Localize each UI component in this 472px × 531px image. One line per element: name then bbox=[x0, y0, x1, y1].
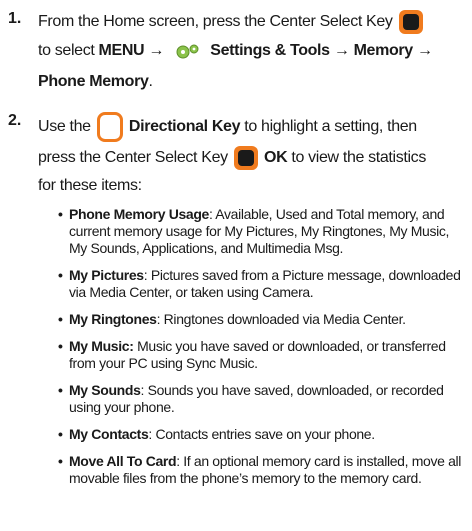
manual-page: 1. From the Home screen, press the Cente… bbox=[0, 0, 472, 531]
step-2-line-3: for these items: bbox=[38, 176, 142, 196]
item-title: Move All To Card bbox=[69, 453, 177, 469]
step-2-line-2: press the Center Select Key OK to view t… bbox=[38, 146, 426, 170]
bullet-symbol: • bbox=[58, 382, 63, 398]
bullet-symbol: • bbox=[58, 338, 63, 354]
item-text: : Available, Used and Total memory, and bbox=[208, 206, 445, 222]
to-select-text: to select bbox=[38, 42, 95, 60]
item-text: via Media Center, or taken using Camera. bbox=[69, 284, 314, 300]
item-text: : Ringtones downloaded via Media Center. bbox=[156, 311, 406, 327]
center-select-key-icon bbox=[398, 10, 423, 34]
step-number: 1. bbox=[8, 10, 22, 27]
item-text: Music you have saved or downloaded, or t… bbox=[133, 338, 446, 354]
step-1-line-3: Phone Memory. bbox=[38, 72, 153, 92]
for-items-text: for these items: bbox=[38, 177, 142, 194]
center-select-key-icon bbox=[233, 146, 258, 170]
arrow-text: → bbox=[416, 42, 433, 60]
item-text: using your phone. bbox=[69, 399, 175, 415]
item-text: : Sounds you have saved, downloaded, or … bbox=[140, 382, 444, 398]
item-title: Phone Memory Usage bbox=[69, 206, 209, 222]
item-text: from your PC using Sync Music. bbox=[69, 355, 258, 371]
list-item: • Move All To Card: If an optional memor… bbox=[58, 453, 468, 487]
press-center-text: press the Center Select Key bbox=[38, 149, 228, 167]
item-text: movable files from the phone’s memory to… bbox=[69, 470, 422, 486]
directional-key-label: Directional Key bbox=[128, 118, 241, 136]
list-item: • My Music: Music you have saved or down… bbox=[58, 338, 468, 372]
item-text: current memory usage for My Pictures, My… bbox=[69, 223, 450, 239]
item-text: : If an optional memory card is installe… bbox=[176, 453, 462, 469]
item-text: : Contacts entries save on your phone. bbox=[148, 426, 375, 442]
menu-label: MENU bbox=[98, 42, 145, 60]
bullet-symbol: • bbox=[58, 267, 63, 283]
bullet-symbol: • bbox=[58, 311, 63, 327]
arrow-text: → bbox=[333, 42, 350, 60]
item-list: • Phone Memory Usage: Available, Used an… bbox=[58, 206, 468, 497]
memory-label: Memory bbox=[353, 42, 414, 60]
highlight-text: to highlight a setting, then bbox=[244, 118, 417, 136]
item-text: My Sounds, Applications, and Multimedia … bbox=[69, 240, 344, 256]
item-title: My Ringtones bbox=[69, 311, 157, 327]
settings-gear-icon bbox=[176, 44, 199, 59]
item-title: My Music: bbox=[69, 338, 134, 354]
step-1-line-1: From the Home screen, press the Center S… bbox=[38, 10, 425, 34]
list-item: • Phone Memory Usage: Available, Used an… bbox=[58, 206, 468, 257]
step-2-line-1: Use the Directional Key to highlight a s… bbox=[38, 112, 417, 142]
use-the-text: Use the bbox=[38, 118, 91, 136]
list-item: • My Contacts: Contacts entries save on … bbox=[58, 426, 468, 443]
period-text: . bbox=[148, 73, 153, 90]
item-title: My Contacts bbox=[69, 426, 149, 442]
item-title: My Sounds bbox=[69, 382, 141, 398]
bullet-symbol: • bbox=[58, 206, 63, 222]
ok-label: OK bbox=[263, 149, 288, 167]
settings-tools-label: Settings & Tools bbox=[210, 42, 330, 60]
item-text: : Pictures saved from a Picture message,… bbox=[143, 267, 461, 283]
step-1-line-2: to select MENU → Settings & Tools → Memo… bbox=[38, 41, 433, 61]
item-title: My Pictures bbox=[69, 267, 144, 283]
step-number: 2. bbox=[8, 112, 22, 129]
bullet-symbol: • bbox=[58, 453, 63, 469]
list-item: • My Ringtones: Ringtones downloaded via… bbox=[58, 311, 468, 328]
list-item: • My Sounds: Sounds you have saved, down… bbox=[58, 382, 468, 416]
list-item: • My Pictures: Pictures saved from a Pic… bbox=[58, 267, 468, 301]
step-1-intro-text: From the Home screen, press the Center S… bbox=[38, 13, 393, 31]
phone-memory-label: Phone Memory bbox=[38, 73, 149, 90]
view-stats-text: to view the statistics bbox=[291, 149, 426, 167]
arrow-text: → bbox=[148, 42, 165, 60]
directional-key-icon bbox=[96, 112, 123, 142]
bullet-symbol: • bbox=[58, 426, 63, 442]
